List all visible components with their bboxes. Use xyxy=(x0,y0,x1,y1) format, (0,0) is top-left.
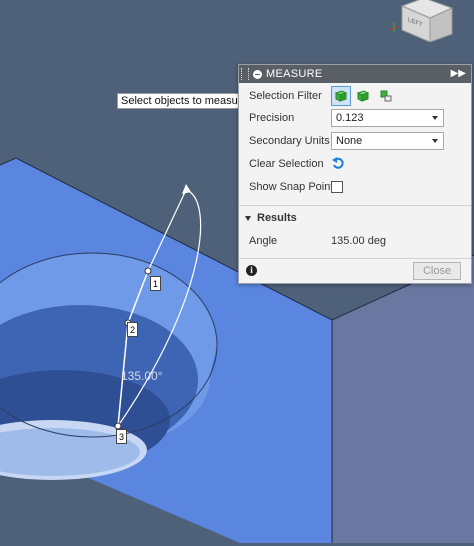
body-filter-icon[interactable] xyxy=(355,88,371,104)
panel-header[interactable]: MEASURE ▶▶ xyxy=(239,65,471,83)
face-filter-icon[interactable] xyxy=(331,86,351,106)
divider xyxy=(239,205,471,206)
point-3-tag[interactable]: 3 xyxy=(116,429,127,444)
clear-selection-row: Clear Selection xyxy=(249,154,461,174)
secondary-units-value: None xyxy=(336,135,363,147)
collapse-triangle-icon xyxy=(245,215,251,221)
measure-panel: MEASURE ▶▶ Selection Filter Precision 0.… xyxy=(238,64,472,284)
undo-arrow-icon[interactable] xyxy=(331,156,345,173)
results-header-label: Results xyxy=(257,212,297,224)
result-angle-value: 135.00 deg xyxy=(331,235,387,247)
panel-title: MEASURE xyxy=(266,68,323,80)
view-cube[interactable]: LEFT xyxy=(388,0,474,43)
result-angle-label: Angle xyxy=(249,235,278,247)
secondary-units-row: Secondary Units None xyxy=(249,131,461,151)
result-row: Angle 135.00 deg xyxy=(249,231,461,251)
selection-filter-row: Selection Filter xyxy=(249,86,461,106)
precision-dropdown[interactable]: 0.123 xyxy=(331,109,444,127)
chevron-down-icon xyxy=(432,139,438,143)
close-button[interactable]: Close xyxy=(413,262,461,280)
secondary-units-dropdown[interactable]: None xyxy=(331,132,444,150)
precision-value: 0.123 xyxy=(336,112,364,124)
expand-icon[interactable]: ▶▶ xyxy=(451,68,466,79)
precision-row: Precision 0.123 xyxy=(249,108,461,128)
measure-tooltip: Select objects to measure. xyxy=(117,93,255,109)
results-section-header[interactable]: Results xyxy=(245,212,297,224)
component-filter-icon[interactable] xyxy=(378,88,394,104)
show-snap-points-row: Show Snap Points xyxy=(249,177,461,197)
precision-label: Precision xyxy=(249,112,295,124)
selection-filter-label: Selection Filter xyxy=(249,90,322,102)
drag-grip-icon[interactable] xyxy=(241,68,249,80)
collapse-icon[interactable] xyxy=(253,69,262,79)
point-2-tag[interactable]: 2 xyxy=(127,322,138,337)
clear-selection-label: Clear Selection xyxy=(249,158,324,170)
show-snap-points-label: Show Snap Points xyxy=(249,181,339,193)
info-icon[interactable]: i xyxy=(246,265,257,276)
secondary-units-label: Secondary Units xyxy=(249,135,330,147)
panel-footer: i Close xyxy=(239,258,471,283)
point-1-tag[interactable]: 1 xyxy=(150,276,161,291)
angle-measure-label: 135.00° xyxy=(121,369,163,383)
show-snap-points-checkbox[interactable] xyxy=(331,181,343,193)
chevron-down-icon xyxy=(432,116,438,120)
